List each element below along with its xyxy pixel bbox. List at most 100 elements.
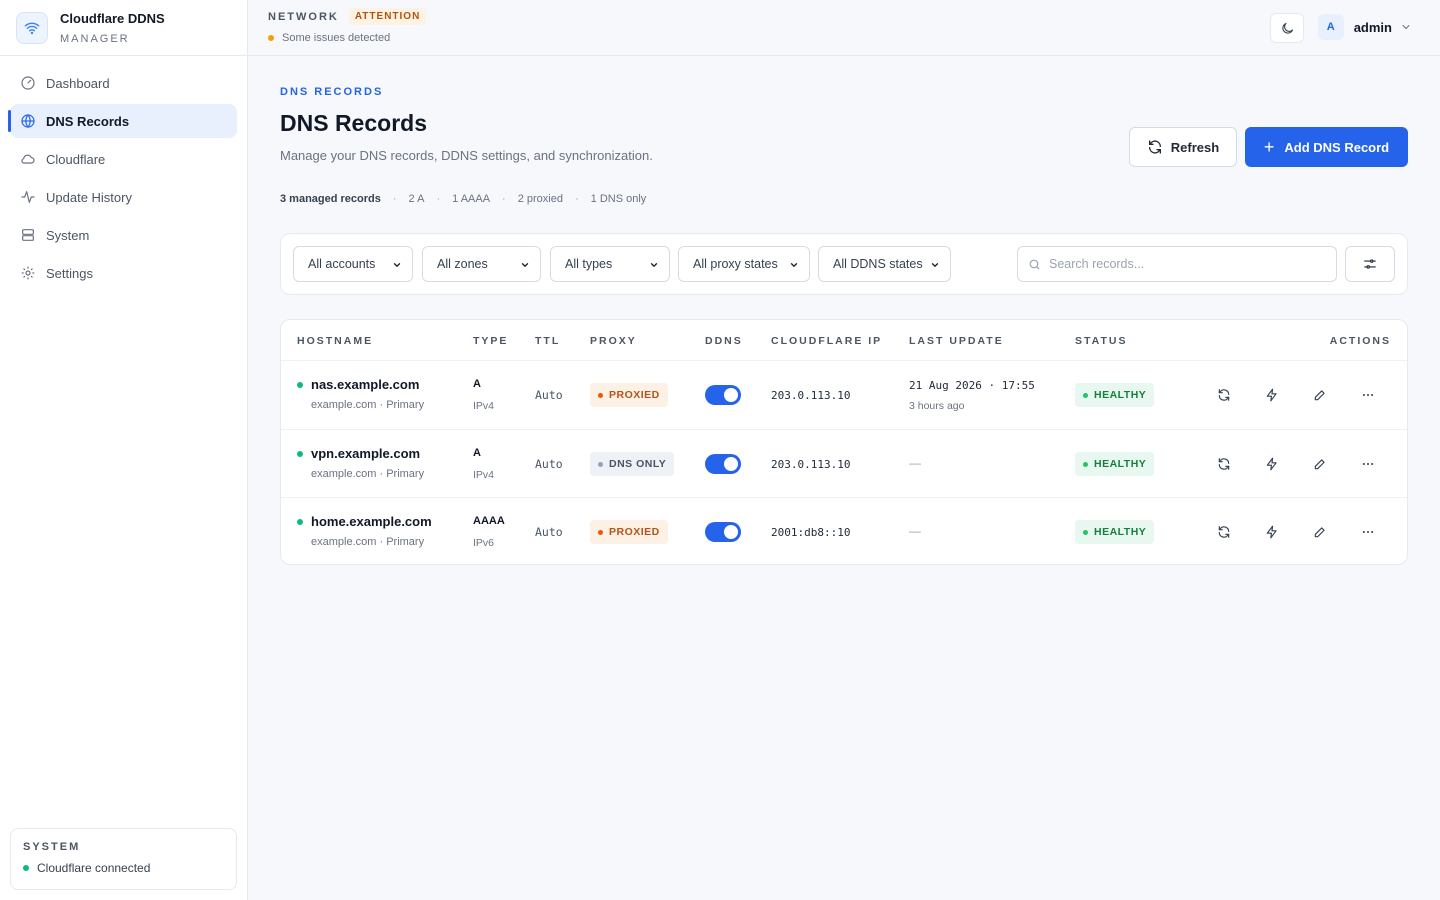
sidebar-item-label: Settings <box>46 265 93 281</box>
user-name: admin <box>1353 19 1392 35</box>
proxy-cell: PROXIED <box>590 520 668 544</box>
summary-a-count: 2 A <box>408 193 425 205</box>
chevron-down-icon <box>650 263 658 268</box>
chevron-down-icon <box>1402 25 1410 30</box>
summary-proxied-count: 2 proxied <box>517 193 563 205</box>
system-status-card: SYSTEM Cloudflare connected <box>10 828 237 890</box>
column-header-last-update: LAST UPDATE <box>909 335 1004 347</box>
edit-button[interactable] <box>1308 520 1332 544</box>
hostname[interactable]: vpn.example.com <box>311 446 424 461</box>
dns-records-table: HOSTNAME TYPE TTL PROXY DDNS CLOUDFLARE … <box>280 319 1408 565</box>
advanced-filters-button[interactable] <box>1345 246 1395 282</box>
chevron-down-icon <box>931 263 939 268</box>
sidebar-item-label: DNS Records <box>46 113 130 129</box>
ddns-toggle[interactable] <box>705 454 741 474</box>
accounts-select[interactable]: All accounts <box>293 246 413 282</box>
attention-badge: ATTENTION <box>348 8 427 25</box>
pencil-icon <box>1314 459 1325 470</box>
column-header-actions: ACTIONS <box>1329 335 1391 347</box>
types-select[interactable]: All types <box>550 246 670 282</box>
system-status-text: Cloudflare connected <box>37 861 151 875</box>
type-cell: A IPv4 <box>473 447 494 481</box>
avatar: A <box>1317 14 1344 40</box>
add-dns-record-button[interactable]: + Add DNS Record <box>1245 127 1408 167</box>
proxy-badge[interactable]: DNS ONLY <box>590 452 675 476</box>
ddns-states-select[interactable]: All DDNS states <box>818 246 951 282</box>
last-update: 21 Aug 2026 · 17:55 <box>909 379 1035 392</box>
proxy-cell: PROXIED <box>590 383 668 407</box>
sidebar-item-label: Cloudflare <box>46 151 106 167</box>
sidebar-item-dns-records[interactable]: DNS Records <box>8 104 237 138</box>
sidebar-item-system[interactable]: System <box>10 218 237 252</box>
proxy-badge[interactable]: PROXIED <box>590 383 668 407</box>
sync-button[interactable] <box>1212 383 1236 407</box>
edit-button[interactable] <box>1308 383 1332 407</box>
hostname[interactable]: home.example.com <box>311 514 432 529</box>
ttl: Auto <box>535 457 563 471</box>
record-status-dot <box>297 451 303 457</box>
zone: example.com · Primary <box>311 536 425 548</box>
status-dot <box>1083 461 1088 467</box>
cloudflare-ip: 203.0.113.10 <box>771 458 851 471</box>
brand-title: Cloudflare DDNS <box>60 10 165 26</box>
sync-button[interactable] <box>1212 452 1236 476</box>
sync-button[interactable] <box>1212 520 1236 544</box>
edit-button[interactable] <box>1308 452 1332 476</box>
force-update-button[interactable] <box>1260 383 1284 407</box>
cloud-icon <box>21 154 35 164</box>
column-header-status: STATUS <box>1075 335 1128 347</box>
server-icon <box>22 229 34 241</box>
proxy-dot <box>598 529 603 535</box>
more-button[interactable] <box>1356 383 1380 407</box>
cloudflare-ip: 203.0.113.10 <box>771 389 851 402</box>
hostname[interactable]: nas.example.com <box>311 377 424 392</box>
sidebar-item-settings[interactable]: Settings <box>10 256 237 290</box>
record-type: AAAA <box>473 515 505 527</box>
ddns-toggle[interactable] <box>705 522 741 542</box>
more-icon <box>1362 530 1374 534</box>
system-label: SYSTEM <box>23 841 81 853</box>
proxy-label: PROXIED <box>609 389 660 401</box>
gauge-icon <box>21 76 35 90</box>
records-summary: 3 managed records · 2 A · 1 AAAA · 2 pro… <box>280 193 646 205</box>
summary-separator: · <box>574 193 579 205</box>
column-header-cloudflare-ip: CLOUDFLARE IP <box>771 335 883 347</box>
ddns-toggle[interactable] <box>705 385 741 405</box>
status-cell: HEALTHY <box>1075 452 1155 476</box>
ttl: Auto <box>535 388 563 402</box>
record-type: A <box>473 378 481 390</box>
accounts-select-value: All accounts <box>308 257 376 271</box>
proxy-badge[interactable]: PROXIED <box>590 520 668 544</box>
add-dns-record-label: Add DNS Record <box>1284 139 1390 155</box>
sidebar: Cloudflare DDNS MANAGER Dashboard DNS Re… <box>0 0 248 900</box>
search-box <box>1017 246 1337 282</box>
warning-dot <box>268 35 274 41</box>
sidebar-item-cloudflare[interactable]: Cloudflare <box>10 142 237 176</box>
status-badge: HEALTHY <box>1075 383 1155 407</box>
force-update-button[interactable] <box>1260 452 1284 476</box>
last-update-relative: 3 hours ago <box>909 400 965 412</box>
status-label: HEALTHY <box>1094 526 1147 538</box>
sync-icon <box>1218 458 1230 470</box>
summary-separator: · <box>392 193 397 205</box>
refresh-button[interactable]: Refresh <box>1129 127 1237 167</box>
proxy-states-select[interactable]: All proxy states <box>678 246 810 282</box>
sidebar-item-dashboard[interactable]: Dashboard <box>10 66 237 100</box>
page-description: Manage your DNS records, DDNS settings, … <box>280 148 653 163</box>
more-button[interactable] <box>1356 452 1380 476</box>
network-indicator: NETWORK ATTENTION <box>268 8 427 25</box>
force-update-button[interactable] <box>1260 520 1284 544</box>
refresh-label: Refresh <box>1170 139 1220 155</box>
sidebar-item-update-history[interactable]: Update History <box>10 180 237 214</box>
lightning-icon <box>1266 457 1277 471</box>
zones-select[interactable]: All zones <box>422 246 541 282</box>
more-button[interactable] <box>1356 520 1380 544</box>
theme-toggle-button[interactable] <box>1270 13 1304 43</box>
lightning-icon <box>1266 525 1277 539</box>
user-menu[interactable]: A admin <box>1317 14 1412 40</box>
zone: example.com · Primary <box>311 468 425 480</box>
sliders-icon <box>1364 259 1376 269</box>
last-update-cell: 21 Aug 2026 · 17:55 3 hours ago <box>909 379 1035 412</box>
ddns-cell <box>705 454 741 474</box>
search-input[interactable] <box>1049 257 1329 271</box>
